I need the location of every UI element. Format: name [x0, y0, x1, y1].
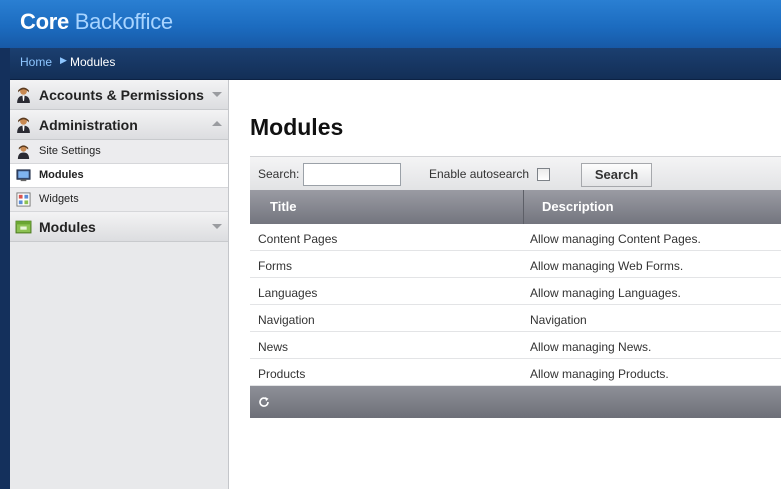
search-input[interactable]: [303, 163, 401, 186]
chevron-down-icon[interactable]: [212, 224, 222, 229]
cell-title: Content Pages: [258, 232, 338, 246]
sidebar-item-label: Widgets: [39, 193, 79, 205]
user-icon: [17, 87, 30, 103]
grid-header: Title Description: [250, 190, 781, 224]
cell-title: Products: [258, 367, 306, 381]
logo-light: Backoffice: [74, 9, 173, 34]
monitor-icon: [16, 169, 31, 182]
sidebar-section-label: Modules: [39, 219, 96, 235]
autosearch-checkbox[interactable]: [537, 168, 550, 181]
search-button[interactable]: Search: [581, 163, 652, 187]
sidebar-section-label: Administration: [39, 117, 138, 133]
refresh-icon[interactable]: [258, 396, 270, 408]
cell-title: Languages: [258, 286, 318, 300]
breadcrumb-separator-icon: ▶: [60, 55, 67, 65]
grid-body: Content Pages Allow managing Content Pag…: [250, 224, 781, 386]
sidebar-item-modules[interactable]: Modules: [10, 164, 228, 188]
cell-description: Allow managing News.: [530, 340, 652, 354]
chevron-up-icon[interactable]: [212, 121, 222, 126]
sidebar-item-site-settings[interactable]: Site Settings: [10, 140, 228, 164]
sidebar-section-accounts-permissions[interactable]: Accounts & Permissions: [10, 80, 228, 110]
cell-title: Navigation: [258, 313, 315, 327]
cell-description: Allow managing Web Forms.: [530, 259, 684, 273]
column-divider: [523, 190, 524, 224]
cell-description: Navigation: [530, 313, 587, 327]
autosearch-label: Enable autosearch: [429, 167, 530, 181]
grid-footer: [250, 386, 781, 418]
cell-title: Forms: [258, 259, 292, 273]
breadcrumb-current: Modules: [70, 55, 116, 69]
page-title: Modules: [250, 114, 344, 140]
widget-grid-icon: [16, 192, 31, 207]
table-row[interactable]: Languages Allow managing Languages.: [250, 278, 781, 305]
sidebar-item-label: Site Settings: [39, 145, 101, 157]
column-header-title[interactable]: Title: [270, 199, 297, 214]
sidebar-section-modules[interactable]: Modules: [10, 212, 228, 242]
logo[interactable]: Core Backoffice: [20, 9, 173, 35]
module-box-icon: [15, 220, 32, 234]
frame-left-edge: [0, 48, 10, 489]
search-label: Search:: [258, 167, 300, 181]
cell-description: Allow managing Languages.: [530, 286, 681, 300]
sidebar: Accounts & Permissions Administration Si…: [10, 80, 229, 489]
sidebar-item-label: Modules: [39, 169, 84, 181]
logo-bold: Core: [20, 9, 69, 34]
breadcrumb: Home ▶ Modules: [10, 48, 781, 80]
table-row[interactable]: Products Allow managing Products.: [250, 359, 781, 386]
user-icon: [17, 117, 30, 133]
sidebar-item-widgets[interactable]: Widgets: [10, 188, 228, 212]
search-bar: Search: Enable autosearch Search: [250, 156, 781, 190]
table-row[interactable]: News Allow managing News.: [250, 332, 781, 359]
sidebar-section-label: Accounts & Permissions: [39, 87, 204, 103]
breadcrumb-home-link[interactable]: Home: [20, 55, 52, 69]
cell-title: News: [258, 340, 289, 354]
cell-description: Allow managing Content Pages.: [530, 232, 701, 246]
table-row[interactable]: Forms Allow managing Web Forms.: [250, 251, 781, 278]
main-content: Modules Search: Enable autosearch Search…: [230, 80, 781, 489]
table-row[interactable]: Navigation Navigation: [250, 305, 781, 332]
user-icon: [17, 145, 30, 159]
cell-description: Allow managing Products.: [530, 367, 669, 381]
app-header: Core Backoffice: [0, 0, 781, 48]
table-row[interactable]: Content Pages Allow managing Content Pag…: [250, 224, 781, 251]
sidebar-section-administration[interactable]: Administration: [10, 110, 228, 140]
chevron-down-icon[interactable]: [212, 92, 222, 97]
column-header-description[interactable]: Description: [542, 199, 614, 214]
